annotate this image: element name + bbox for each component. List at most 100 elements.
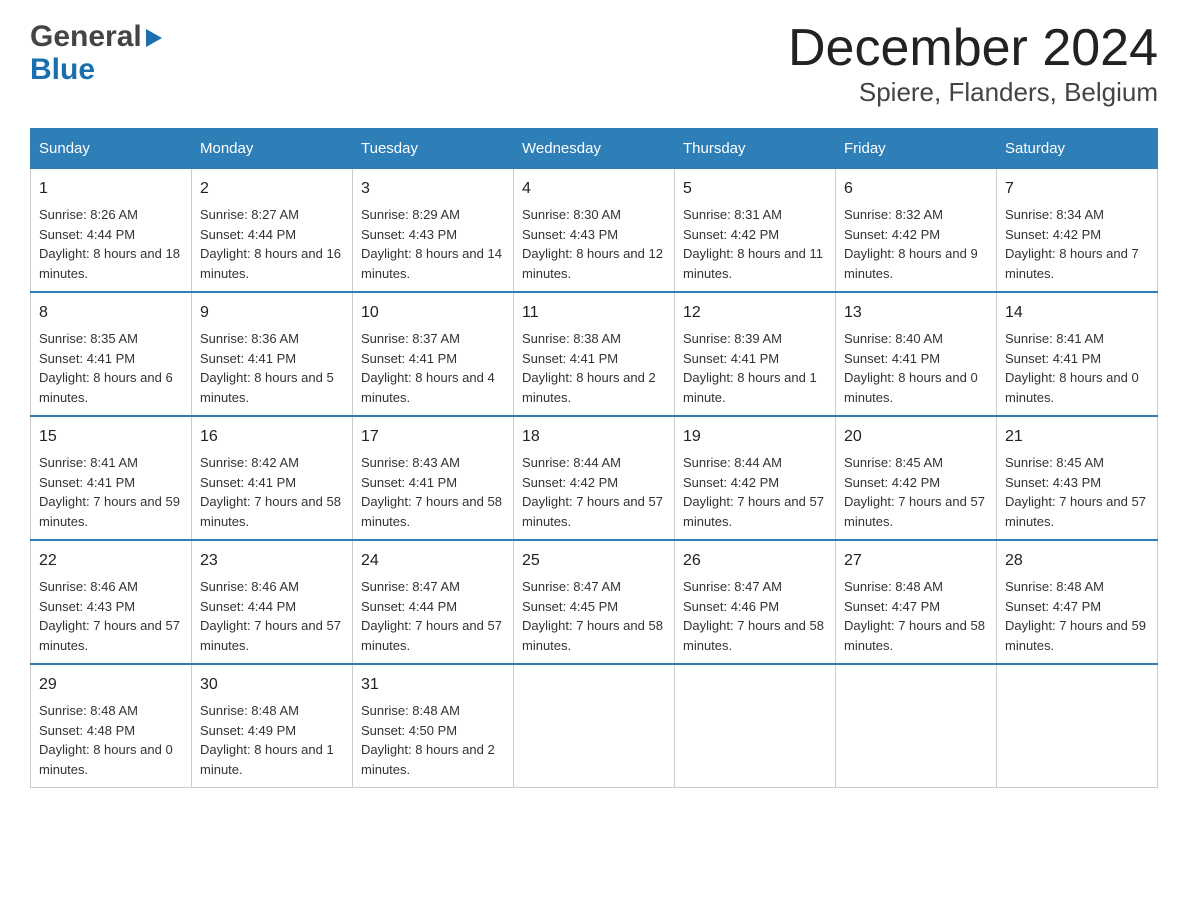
sunset-text: Sunset: 4:42 PM (1005, 227, 1101, 242)
day-number: 18 (522, 425, 666, 449)
sunset-text: Sunset: 4:41 PM (361, 475, 457, 490)
day-number: 30 (200, 673, 344, 697)
table-row: 9 Sunrise: 8:36 AM Sunset: 4:41 PM Daylight… (192, 292, 353, 416)
daylight-text: Daylight: 7 hours and 57 minutes. (522, 494, 663, 529)
table-row: 12Sunrise: 8:39 AMSunset: 4:41 PMDayligh… (675, 292, 836, 416)
table-row: 3Sunrise: 8:29 AMSunset: 4:43 PMDaylight… (353, 168, 514, 292)
sunrise-text: Sunrise: 8:38 AM (522, 331, 621, 346)
sunset-text: Sunset: 4:47 PM (844, 599, 940, 614)
sunset-text: Sunset: 4:41 PM (200, 351, 296, 366)
sunset-text: Sunset: 4:43 PM (522, 227, 618, 242)
header-sunday: Sunday (31, 129, 192, 168)
table-row (997, 664, 1158, 788)
sunrise-text: Sunrise: 8:37 AM (361, 331, 460, 346)
table-row: 22Sunrise: 8:46 AMSunset: 4:43 PMDayligh… (31, 540, 192, 664)
daylight-text: Daylight: 7 hours and 57 minutes. (683, 494, 824, 529)
sunrise-text: Sunrise: 8:39 AM (683, 331, 782, 346)
sunrise-text: Sunrise: 8:36 AM (200, 331, 299, 346)
table-row: 28Sunrise: 8:48 AMSunset: 4:47 PMDayligh… (997, 540, 1158, 664)
day-number: 28 (1005, 549, 1149, 573)
calendar-table: Sunday Monday Tuesday Wednesday Thursday… (30, 128, 1158, 788)
day-number: 9 (200, 301, 344, 325)
logo-general: General (30, 20, 142, 53)
daylight-text: Daylight: 7 hours and 58 minutes. (361, 494, 502, 529)
logo-arrow-icon (146, 29, 162, 47)
sunrise-text: Sunrise: 8:29 AM (361, 207, 460, 222)
daylight-text: Daylight: 8 hours and 4 minutes. (361, 370, 495, 405)
day-number: 14 (1005, 301, 1149, 325)
sunrise-text: Sunrise: 8:31 AM (683, 207, 782, 222)
sunset-text: Sunset: 4:43 PM (361, 227, 457, 242)
sunset-text: Sunset: 4:41 PM (522, 351, 618, 366)
sunrise-text: Sunrise: 8:42 AM (200, 455, 299, 470)
sunrise-text: Sunrise: 8:30 AM (522, 207, 621, 222)
sunset-text: Sunset: 4:50 PM (361, 723, 457, 738)
day-number: 12 (683, 301, 827, 325)
calendar-subtitle: Spiere, Flanders, Belgium (788, 77, 1158, 108)
daylight-text: Daylight: 7 hours and 58 minutes. (683, 618, 824, 653)
sunset-text: Sunset: 4:44 PM (39, 227, 135, 242)
day-number: 17 (361, 425, 505, 449)
sunset-text: Sunset: 4:41 PM (39, 475, 135, 490)
table-row: 30Sunrise: 8:48 AMSunset: 4:49 PMDayligh… (192, 664, 353, 788)
day-number: 7 (1005, 177, 1149, 201)
table-row: 5 Sunrise: 8:31 AM Sunset: 4:42 PM Daylight… (675, 168, 836, 292)
daylight-text: Daylight: 7 hours and 59 minutes. (39, 494, 180, 529)
sunrise-text: Sunrise: 8:35 AM (39, 331, 138, 346)
sunset-text: Sunset: 4:41 PM (200, 475, 296, 490)
daylight-text: Daylight: 8 hours and 9 minutes. (844, 246, 978, 281)
daylight-text: Daylight: 8 hours and 0 minutes. (844, 370, 978, 405)
table-row: 29Sunrise: 8:48 AMSunset: 4:48 PMDayligh… (31, 664, 192, 788)
day-number: 19 (683, 425, 827, 449)
table-row: 10Sunrise: 8:37 AMSunset: 4:41 PMDayligh… (353, 292, 514, 416)
table-row: 1Sunrise: 8:26 AMSunset: 4:44 PMDaylight… (31, 168, 192, 292)
sunset-text: Sunset: 4:44 PM (361, 599, 457, 614)
table-row: 4Sunrise: 8:30 AMSunset: 4:43 PMDaylight… (514, 168, 675, 292)
table-row: 25Sunrise: 8:47 AMSunset: 4:45 PMDayligh… (514, 540, 675, 664)
table-row: 11Sunrise: 8:38 AMSunset: 4:41 PMDayligh… (514, 292, 675, 416)
header-monday: Monday (192, 129, 353, 168)
sunrise-text: Sunrise: 8:48 AM (200, 703, 299, 718)
header-thursday: Thursday (675, 129, 836, 168)
table-row (514, 664, 675, 788)
sunrise-text: Sunrise: 8:44 AM (683, 455, 782, 470)
sunrise-text: Sunrise: 8:41 AM (39, 455, 138, 470)
daylight-text: Daylight: 7 hours and 57 minutes. (844, 494, 985, 529)
daylight-text: Daylight: 7 hours and 57 minutes. (361, 618, 502, 653)
table-row: 20Sunrise: 8:45 AMSunset: 4:42 PMDayligh… (836, 416, 997, 540)
header-friday: Friday (836, 129, 997, 168)
table-row: 26Sunrise: 8:47 AMSunset: 4:46 PMDayligh… (675, 540, 836, 664)
sunrise-text: Sunrise: 8:27 AM (200, 207, 299, 222)
calendar-week-row: 15Sunrise: 8:41 AMSunset: 4:41 PMDayligh… (31, 416, 1158, 540)
sunset-text: Sunset: 4:46 PM (683, 599, 779, 614)
daylight-text: Daylight: 7 hours and 57 minutes. (39, 618, 180, 653)
sunset-text: Sunset: 4:42 PM (683, 227, 779, 242)
sunset-text: Sunset: 4:42 PM (522, 475, 618, 490)
day-number: 23 (200, 549, 344, 573)
sunrise-text: Sunrise: 8:26 AM (39, 207, 138, 222)
table-row: 14Sunrise: 8:41 AMSunset: 4:41 PMDayligh… (997, 292, 1158, 416)
day-number: 29 (39, 673, 183, 697)
daylight-text: Daylight: 8 hours and 18 minutes. (39, 246, 180, 281)
daylight-text: Daylight: 7 hours and 57 minutes. (1005, 494, 1146, 529)
sunrise-text: Sunrise: 8:45 AM (1005, 455, 1104, 470)
sunset-text: Sunset: 4:44 PM (200, 599, 296, 614)
sunset-text: Sunset: 4:41 PM (1005, 351, 1101, 366)
sunset-text: Sunset: 4:42 PM (844, 227, 940, 242)
daylight-text: Daylight: 8 hours and 14 minutes. (361, 246, 502, 281)
sunset-text: Sunset: 4:42 PM (844, 475, 940, 490)
day-number: 20 (844, 425, 988, 449)
day-number: 5 (683, 177, 827, 201)
daylight-text: Daylight: 8 hours and 0 minutes. (39, 742, 173, 777)
table-row: 18Sunrise: 8:44 AMSunset: 4:42 PMDayligh… (514, 416, 675, 540)
table-row: 2Sunrise: 8:27 AMSunset: 4:44 PMDaylight… (192, 168, 353, 292)
sunrise-text: Sunrise: 8:32 AM (844, 207, 943, 222)
table-row: 23Sunrise: 8:46 AMSunset: 4:44 PMDayligh… (192, 540, 353, 664)
sunrise-text: Sunrise: 8:34 AM (1005, 207, 1104, 222)
day-number: 24 (361, 549, 505, 573)
title-block: December 2024 Spiere, Flanders, Belgium (788, 20, 1158, 108)
daylight-text: Daylight: 8 hours and 5 minutes. (200, 370, 334, 405)
header-saturday: Saturday (997, 129, 1158, 168)
daylight-text: Daylight: 7 hours and 58 minutes. (522, 618, 663, 653)
daylight-text: Daylight: 8 hours and 11 minutes. (683, 246, 823, 281)
